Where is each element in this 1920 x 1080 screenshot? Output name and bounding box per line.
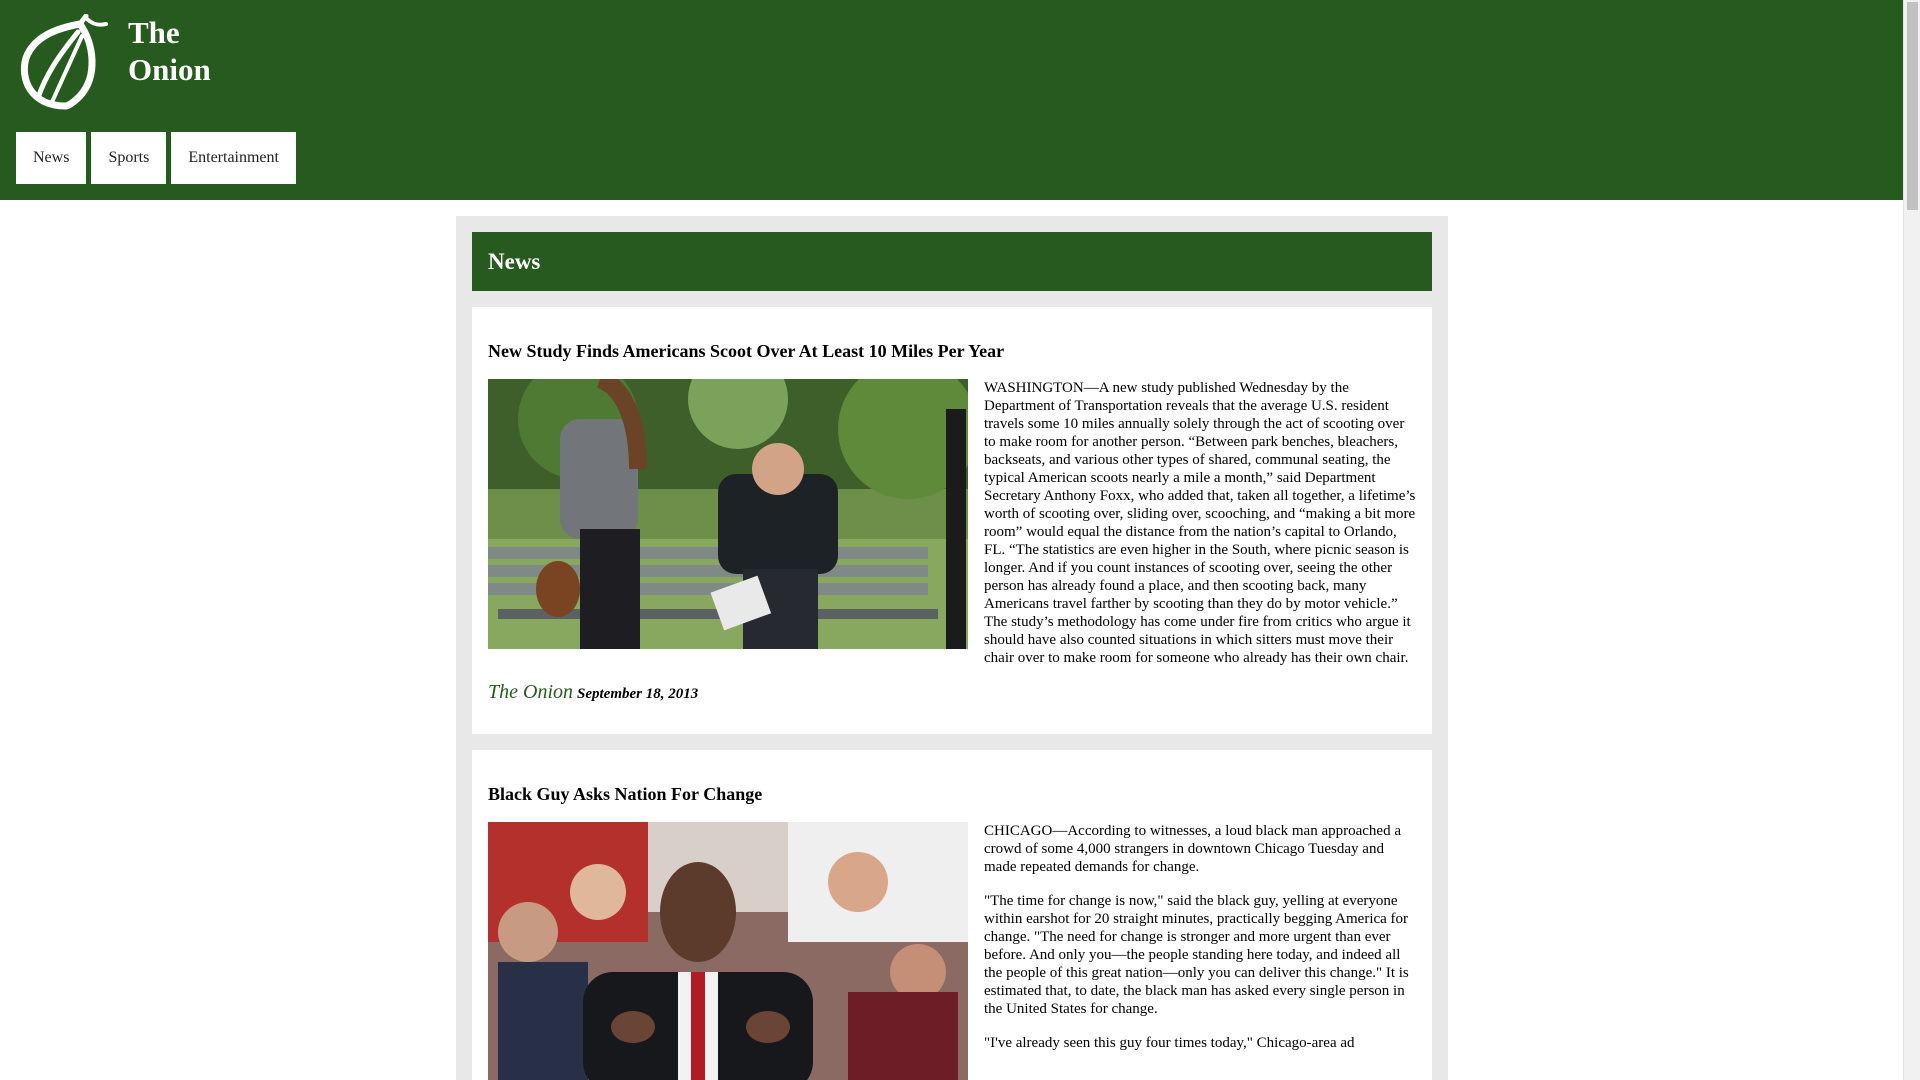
article-publication[interactable]: The Onion — [488, 681, 573, 703]
onion-logo-icon[interactable] — [16, 13, 112, 114]
nav-item-sports[interactable]: Sports — [91, 132, 167, 184]
site-header: The Onion News Sports Entertainment — [0, 0, 1903, 200]
nav-item-entertainment[interactable]: Entertainment — [171, 132, 296, 184]
article-headline[interactable]: Black Guy Asks Nation For Change — [488, 784, 1416, 805]
article-byline: The Onion September 18, 2013 — [488, 667, 1416, 704]
article-card: New Study Finds Americans Scoot Over At … — [472, 307, 1432, 734]
section-title: News — [472, 232, 1432, 291]
speaker-crowd-photo[interactable] — [488, 822, 968, 1080]
news-panel: News New Study Finds Americans Scoot Ove… — [456, 216, 1448, 1080]
article-date: September 18, 2013 — [577, 686, 699, 702]
park-bench-photo[interactable] — [488, 379, 968, 649]
site-title[interactable]: The Onion — [128, 14, 211, 88]
page-scrollbar[interactable] — [1903, 0, 1920, 1080]
main-nav: News Sports Entertainment — [16, 132, 296, 184]
article-card: Black Guy Asks Nation For Change CHICAGO… — [472, 750, 1432, 1080]
article-headline[interactable]: New Study Finds Americans Scoot Over At … — [488, 341, 1416, 362]
scrollbar-thumb[interactable] — [1907, 2, 1918, 210]
nav-item-news[interactable]: News — [16, 132, 87, 184]
